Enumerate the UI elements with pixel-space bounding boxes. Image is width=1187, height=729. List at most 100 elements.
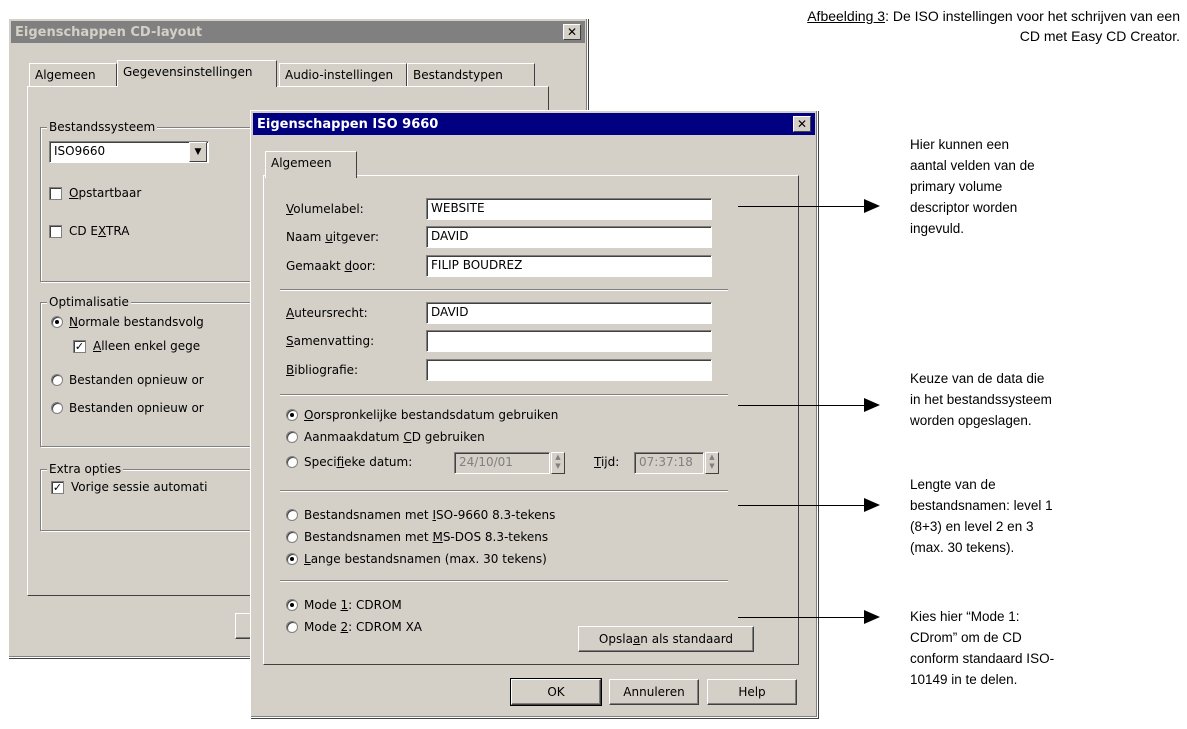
- cd-layout-titlebar: Eigenschappen CD-layout ✕: [11, 21, 585, 43]
- opt-reorder-radio-2[interactable]: Bestanden opnieuw or: [51, 401, 204, 415]
- arrowhead-icon: [864, 398, 880, 412]
- tab-bestandstypen[interactable]: Bestandstypen: [407, 63, 535, 87]
- radio-icon[interactable]: [51, 374, 63, 386]
- cancel-button[interactable]: Annuleren: [609, 679, 699, 705]
- radio-icon[interactable]: [51, 316, 63, 328]
- publisher-label: Naam uitgever:: [286, 230, 380, 244]
- annotation-text-2: Keuze van de data die in het bestandssyst…: [910, 371, 1052, 428]
- cdextra-label-a: CD E: [69, 224, 99, 238]
- separator: [280, 289, 728, 291]
- caption-ref: Afbeelding 3: [807, 8, 886, 24]
- separator: [280, 394, 728, 396]
- annotation-arrow-1: [738, 206, 864, 207]
- caption-line2: CD met Easy CD Creator.: [1019, 28, 1180, 44]
- radio-icon[interactable]: [286, 553, 298, 565]
- time-label: Tijd:: [594, 455, 620, 469]
- tab-gegevensinstellingen[interactable]: Gegevensinstellingen: [117, 60, 277, 87]
- annotation-arrow-4: [738, 617, 864, 618]
- specific-date-radio[interactable]: Specifieke datum:: [286, 455, 412, 469]
- annotation-text-1: Hier kunnen een aantal velden van de prima…: [910, 137, 1035, 236]
- annotation-arrow-2: [738, 405, 864, 406]
- caption-line1: : De ISO instellingen voor het schrijven…: [885, 8, 1180, 24]
- opstartbaar-label: pstartbaar: [78, 186, 142, 200]
- radio-icon[interactable]: [286, 509, 298, 521]
- preparer-field[interactable]: FILIP BOUDREZ: [426, 255, 712, 277]
- opt2-label: Bestanden opnieuw or: [69, 373, 204, 387]
- msdos-names-radio[interactable]: Bestandsnamen met MS-DOS 8.3-tekens: [286, 530, 548, 544]
- previous-session-checkbox[interactable]: ✓ Vorige sessie automati: [51, 480, 207, 494]
- volumelabel-label: Volumelabel:: [286, 202, 364, 216]
- filesystem-combo[interactable]: ISO9660: [49, 141, 209, 163]
- extra-opties-label: Extra opties: [47, 462, 124, 476]
- tab-algemeen[interactable]: Algemeen: [29, 63, 117, 87]
- time-field[interactable]: 07:37:18: [634, 452, 704, 474]
- opt-normal-radio[interactable]: Normale bestandsvolg: [51, 315, 204, 329]
- bibliography-label: Bibliografie:: [286, 363, 359, 377]
- iso9660-titlebar: Eigenschappen ISO 9660 ✕: [253, 113, 815, 135]
- preparer-label: Gemaakt door:: [286, 259, 376, 273]
- radio-icon[interactable]: [286, 409, 298, 421]
- long-names-radio[interactable]: Lange bestandsnamen (max. 30 tekens): [286, 552, 547, 566]
- bestandssysteem-label: Bestandssysteem: [47, 120, 158, 134]
- checkbox-checked-icon[interactable]: ✓: [51, 480, 64, 494]
- original-date-radio[interactable]: Oorspronkelijke bestandsdatum gebruiken: [286, 408, 558, 422]
- opt1-label: ormale bestandsvolg: [77, 315, 204, 329]
- opt-reorder-radio-1[interactable]: Bestanden opnieuw or: [51, 373, 204, 387]
- date-field[interactable]: 24/10/01: [454, 452, 550, 474]
- tab-algemeen[interactable]: Algemeen: [265, 151, 357, 178]
- close-icon[interactable]: ✕: [563, 24, 581, 40]
- opt1-sub-label: lleen enkel gege: [101, 339, 201, 353]
- iso9660-dialog: Eigenschappen ISO 9660 ✕ Algemeen Volume…: [250, 110, 818, 718]
- opt-single-checkbox[interactable]: ✓ Alleen enkel gege: [73, 339, 200, 353]
- radio-icon[interactable]: [286, 431, 298, 443]
- abstract-label: Samenvatting:: [286, 334, 375, 348]
- abstract-field[interactable]: [426, 330, 712, 352]
- cdextra-accel: X: [98, 224, 107, 238]
- publisher-field[interactable]: DAVID: [426, 226, 712, 248]
- tab-audio-instellingen[interactable]: Audio-instellingen: [279, 63, 407, 87]
- arrowhead-icon: [864, 610, 880, 624]
- volumelabel-field[interactable]: WEBSITE: [426, 198, 712, 220]
- copyright-field[interactable]: DAVID: [426, 302, 712, 324]
- iso9660-tab-panel: Volumelabel: WEBSITE Naam uitgever: DAVI…: [263, 175, 799, 665]
- chevron-down-icon[interactable]: ▼: [189, 142, 207, 162]
- checkbox-icon[interactable]: [49, 224, 62, 238]
- opt1-accel: N: [69, 315, 78, 329]
- radio-icon[interactable]: [286, 599, 298, 611]
- separator: [280, 490, 728, 492]
- radio-icon[interactable]: [286, 531, 298, 543]
- mode1-radio[interactable]: Mode 1: CDROM: [286, 598, 402, 612]
- iso9660-title: Eigenschappen ISO 9660: [257, 116, 439, 132]
- annotation-text-4: Kies hier “Mode 1: CDrom” om de CD conform…: [910, 609, 1055, 687]
- radio-icon[interactable]: [51, 402, 63, 414]
- cdextra-checkbox[interactable]: CD EXTRA: [49, 224, 129, 238]
- mode2-radio[interactable]: Mode 2: CDROM XA: [286, 620, 422, 634]
- checkbox-checked-icon[interactable]: ✓: [73, 339, 86, 353]
- figure-caption: Afbeelding 3: De ISO instellingen voor h…: [618, 6, 1180, 46]
- checkbox-icon[interactable]: [49, 186, 62, 200]
- ok-button[interactable]: OK: [510, 678, 602, 706]
- save-as-default-button[interactable]: Opslaan als standaard: [578, 626, 754, 652]
- arrowhead-icon: [864, 199, 880, 213]
- cdextra-label-b: TRA: [106, 224, 130, 238]
- opstartbaar-checkbox[interactable]: Opstartbaar: [49, 186, 141, 200]
- optimalisatie-label: Optimalisatie: [47, 295, 131, 309]
- cd-layout-title: Eigenschappen CD-layout: [15, 24, 203, 40]
- creation-date-radio[interactable]: Aanmaakdatum CD gebruiken: [286, 430, 485, 444]
- arrowhead-icon: [864, 498, 880, 512]
- bibliography-field[interactable]: [426, 359, 712, 381]
- extra1-label: Vorige sessie automati: [71, 480, 208, 494]
- help-button[interactable]: Help: [707, 679, 797, 705]
- opt3-label: Bestanden opnieuw or: [69, 401, 204, 415]
- date-spinner-icon[interactable]: ▲ ▼: [551, 452, 565, 474]
- iso9660-names-radio[interactable]: Bestandsnamen met ISO-9660 8.3-tekens: [286, 508, 555, 522]
- separator: [280, 580, 728, 582]
- annotation-text-3: Lengte van de bestandsnamen: level 1 (8+3)…: [910, 477, 1053, 555]
- time-spinner-icon[interactable]: ▲ ▼: [705, 452, 719, 474]
- radio-icon[interactable]: [286, 621, 298, 633]
- radio-icon[interactable]: [286, 456, 298, 468]
- close-icon[interactable]: ✕: [793, 116, 811, 132]
- opt1-sub-accel: A: [93, 339, 102, 353]
- annotation-arrow-3: [738, 505, 864, 506]
- copyright-label: Auteursrecht:: [286, 306, 368, 320]
